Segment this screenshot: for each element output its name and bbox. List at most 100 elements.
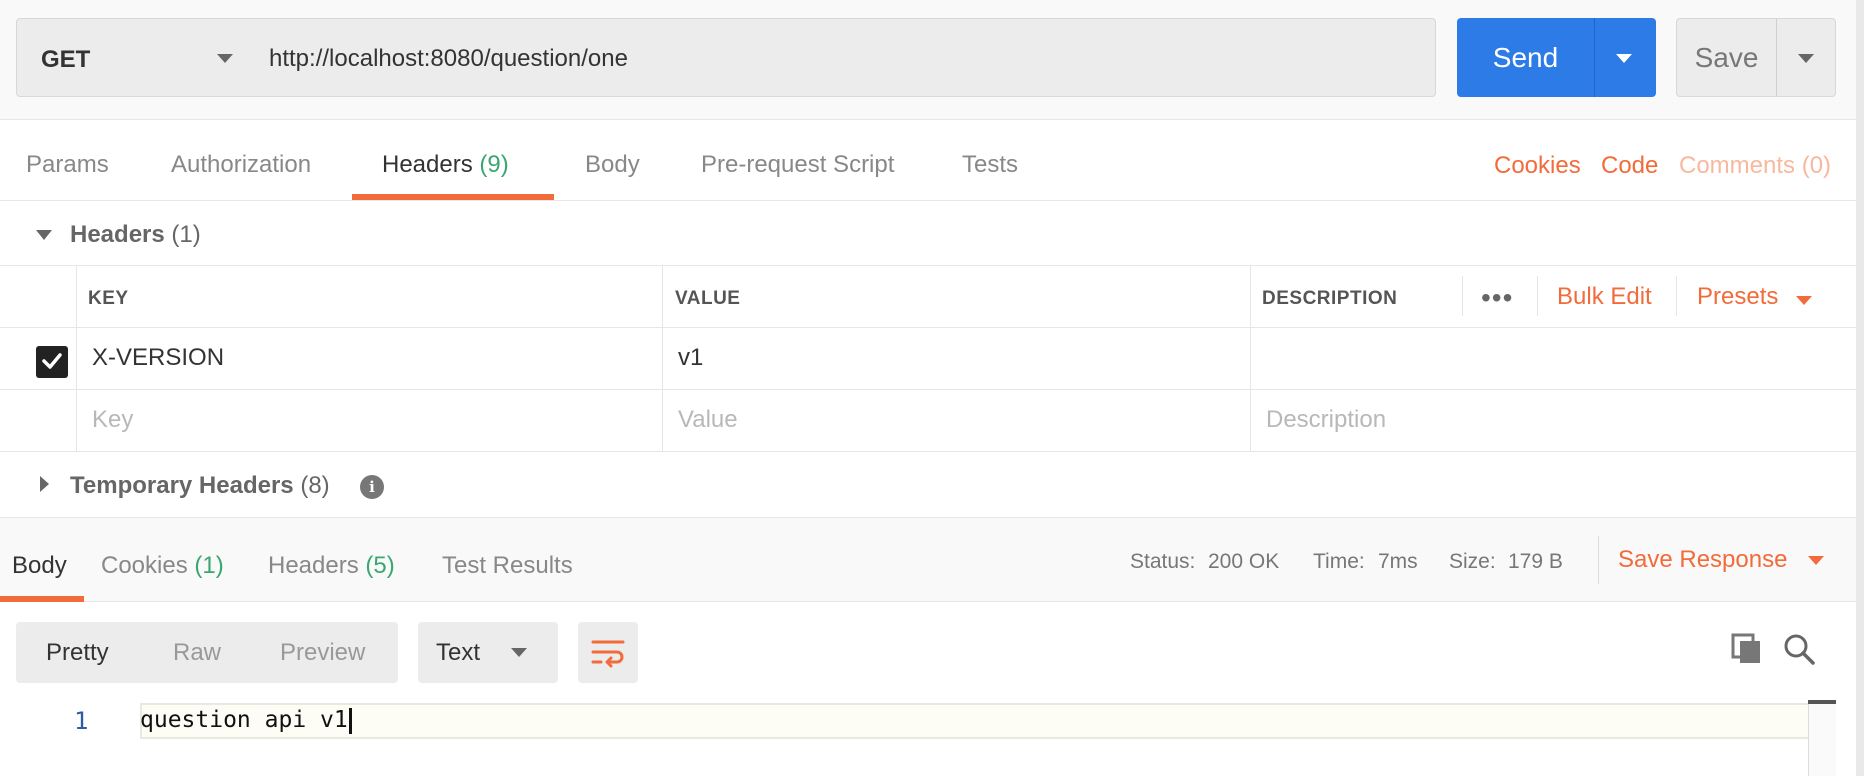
send-divider — [1594, 18, 1595, 97]
format-select[interactable]: Text — [418, 622, 558, 683]
presets-dropdown[interactable]: Presets — [1697, 283, 1778, 311]
tab-count: (9) — [479, 151, 509, 178]
cookies-link[interactable]: Cookies — [1494, 152, 1581, 180]
active-tab-indicator — [352, 194, 554, 200]
time-label: Time: — [1313, 550, 1365, 573]
tab-label: Params — [26, 151, 109, 178]
column-divider — [662, 266, 663, 452]
active-tab-indicator — [0, 596, 84, 602]
column-divider — [76, 266, 77, 452]
wrap-lines-button[interactable] — [578, 622, 638, 683]
section-count: (1) — [171, 221, 201, 248]
scrollbar-thumb[interactable] — [1808, 700, 1836, 704]
chevron-down-icon — [511, 648, 527, 657]
header-enabled-checkbox[interactable] — [36, 346, 68, 378]
new-description-input[interactable]: Description — [1266, 406, 1386, 434]
new-value-input[interactable]: Value — [678, 406, 738, 434]
line-number: 1 — [74, 707, 89, 735]
window-scrollbar[interactable] — [1856, 0, 1864, 776]
column-header-description: DESCRIPTION — [1262, 288, 1398, 309]
size-label: Size: — [1449, 550, 1496, 573]
send-button[interactable]: Send — [1457, 18, 1594, 97]
format-label: Text — [436, 639, 481, 666]
comments-link[interactable]: Comments (0) — [1679, 152, 1831, 180]
save-response-button[interactable]: Save Response — [1618, 546, 1787, 574]
tab-headers[interactable]: Headers (9) — [382, 151, 509, 179]
collapse-caret-icon — [36, 230, 52, 240]
chevron-down-icon — [217, 54, 233, 63]
copy-icon[interactable] — [1730, 632, 1764, 666]
header-key-cell[interactable]: X-VERSION — [92, 344, 224, 372]
response-tabs: Body Cookies (1) Headers (5) Test Result… — [0, 518, 1864, 602]
save-divider — [1776, 19, 1777, 96]
save-options-chevron-icon[interactable] — [1798, 54, 1814, 63]
expand-caret-icon — [40, 476, 49, 492]
save-button[interactable]: Save — [1677, 19, 1776, 96]
tab-count: (1) — [194, 552, 224, 579]
tab-label: Body — [12, 552, 67, 579]
tab-label: Body — [585, 151, 640, 178]
tab-label: Authorization — [171, 151, 312, 178]
temporary-headers-section[interactable]: Temporary Headers (8) i — [0, 454, 1864, 518]
method-label: GET — [41, 46, 91, 73]
request-bar: GET http://localhost:8080/question/one S… — [0, 0, 1864, 120]
url-text: http://localhost:8080/question/one — [269, 45, 628, 72]
size-value: 179 B — [1508, 550, 1563, 573]
info-icon[interactable]: i — [360, 475, 384, 499]
section-title-text: Headers — [70, 221, 165, 248]
status-value: 200 OK — [1208, 550, 1280, 573]
method-select[interactable]: GET — [16, 18, 250, 97]
tab-label: Cookies — [101, 552, 188, 579]
tab-tests[interactable]: Tests — [962, 151, 1018, 179]
header-value-cell[interactable]: v1 — [678, 344, 703, 372]
save-response-chevron-icon[interactable] — [1808, 556, 1824, 565]
tab-params[interactable]: Params — [26, 151, 109, 179]
headers-section-header[interactable]: Headers (1) — [0, 202, 1864, 266]
tab-label: Headers — [382, 151, 473, 178]
headers-table: KEY VALUE DESCRIPTION ••• Bulk Edit Pres… — [0, 266, 1858, 454]
tab-pre-request-script[interactable]: Pre-request Script — [701, 151, 894, 179]
check-icon — [42, 353, 62, 369]
wrap-lines-icon — [591, 640, 625, 668]
column-header-value: VALUE — [675, 288, 741, 309]
column-divider — [1250, 266, 1251, 452]
table-row-new: Key Value Description — [0, 390, 1858, 452]
tab-body[interactable]: Body — [585, 151, 640, 179]
ellipsis-icon[interactable]: ••• — [1481, 282, 1513, 314]
view-mode-group: Pretty Raw Preview — [16, 622, 398, 683]
send-options-chevron-icon[interactable] — [1616, 54, 1632, 63]
tab-response-headers[interactable]: Headers (5) — [268, 552, 395, 580]
search-icon[interactable] — [1782, 632, 1816, 666]
save-button-group: Save — [1676, 18, 1836, 97]
presets-chevron-icon[interactable] — [1796, 296, 1812, 305]
headers-section-title: Headers (1) — [70, 221, 201, 249]
pretty-button[interactable]: Pretty — [46, 639, 109, 667]
preview-button[interactable]: Preview — [280, 639, 365, 667]
url-input[interactable]: http://localhost:8080/question/one — [249, 18, 1436, 97]
table-row: X-VERSION v1 — [0, 328, 1858, 390]
tab-authorization[interactable]: Authorization — [171, 151, 311, 179]
column-header-key: KEY — [88, 288, 129, 309]
divider — [1676, 276, 1677, 316]
status-label: Status: — [1130, 550, 1196, 573]
section-title-text: Temporary Headers — [70, 472, 294, 499]
text-cursor — [348, 707, 352, 734]
raw-button[interactable]: Raw — [173, 639, 221, 667]
tab-response-body[interactable]: Body — [12, 552, 67, 580]
tab-label: Pre-request Script — [701, 151, 895, 178]
code-link[interactable]: Code — [1601, 152, 1658, 180]
table-header-row: KEY VALUE DESCRIPTION ••• Bulk Edit Pres… — [0, 266, 1858, 328]
code-text: question api v1 — [140, 707, 348, 733]
new-key-input[interactable]: Key — [92, 406, 133, 434]
time-value: 7ms — [1378, 550, 1418, 573]
code-line[interactable]: question api v1 — [140, 707, 352, 734]
divider — [1598, 536, 1599, 584]
response-editor-line[interactable] — [140, 703, 1836, 739]
tab-response-cookies[interactable]: Cookies (1) — [101, 552, 224, 580]
section-count: (8) — [300, 472, 330, 499]
divider — [1537, 276, 1538, 316]
bulk-edit-link[interactable]: Bulk Edit — [1557, 283, 1652, 311]
tab-test-results[interactable]: Test Results — [442, 552, 573, 580]
editor-scrollbar[interactable] — [1808, 700, 1836, 776]
temporary-headers-title: Temporary Headers (8) — [70, 472, 330, 500]
